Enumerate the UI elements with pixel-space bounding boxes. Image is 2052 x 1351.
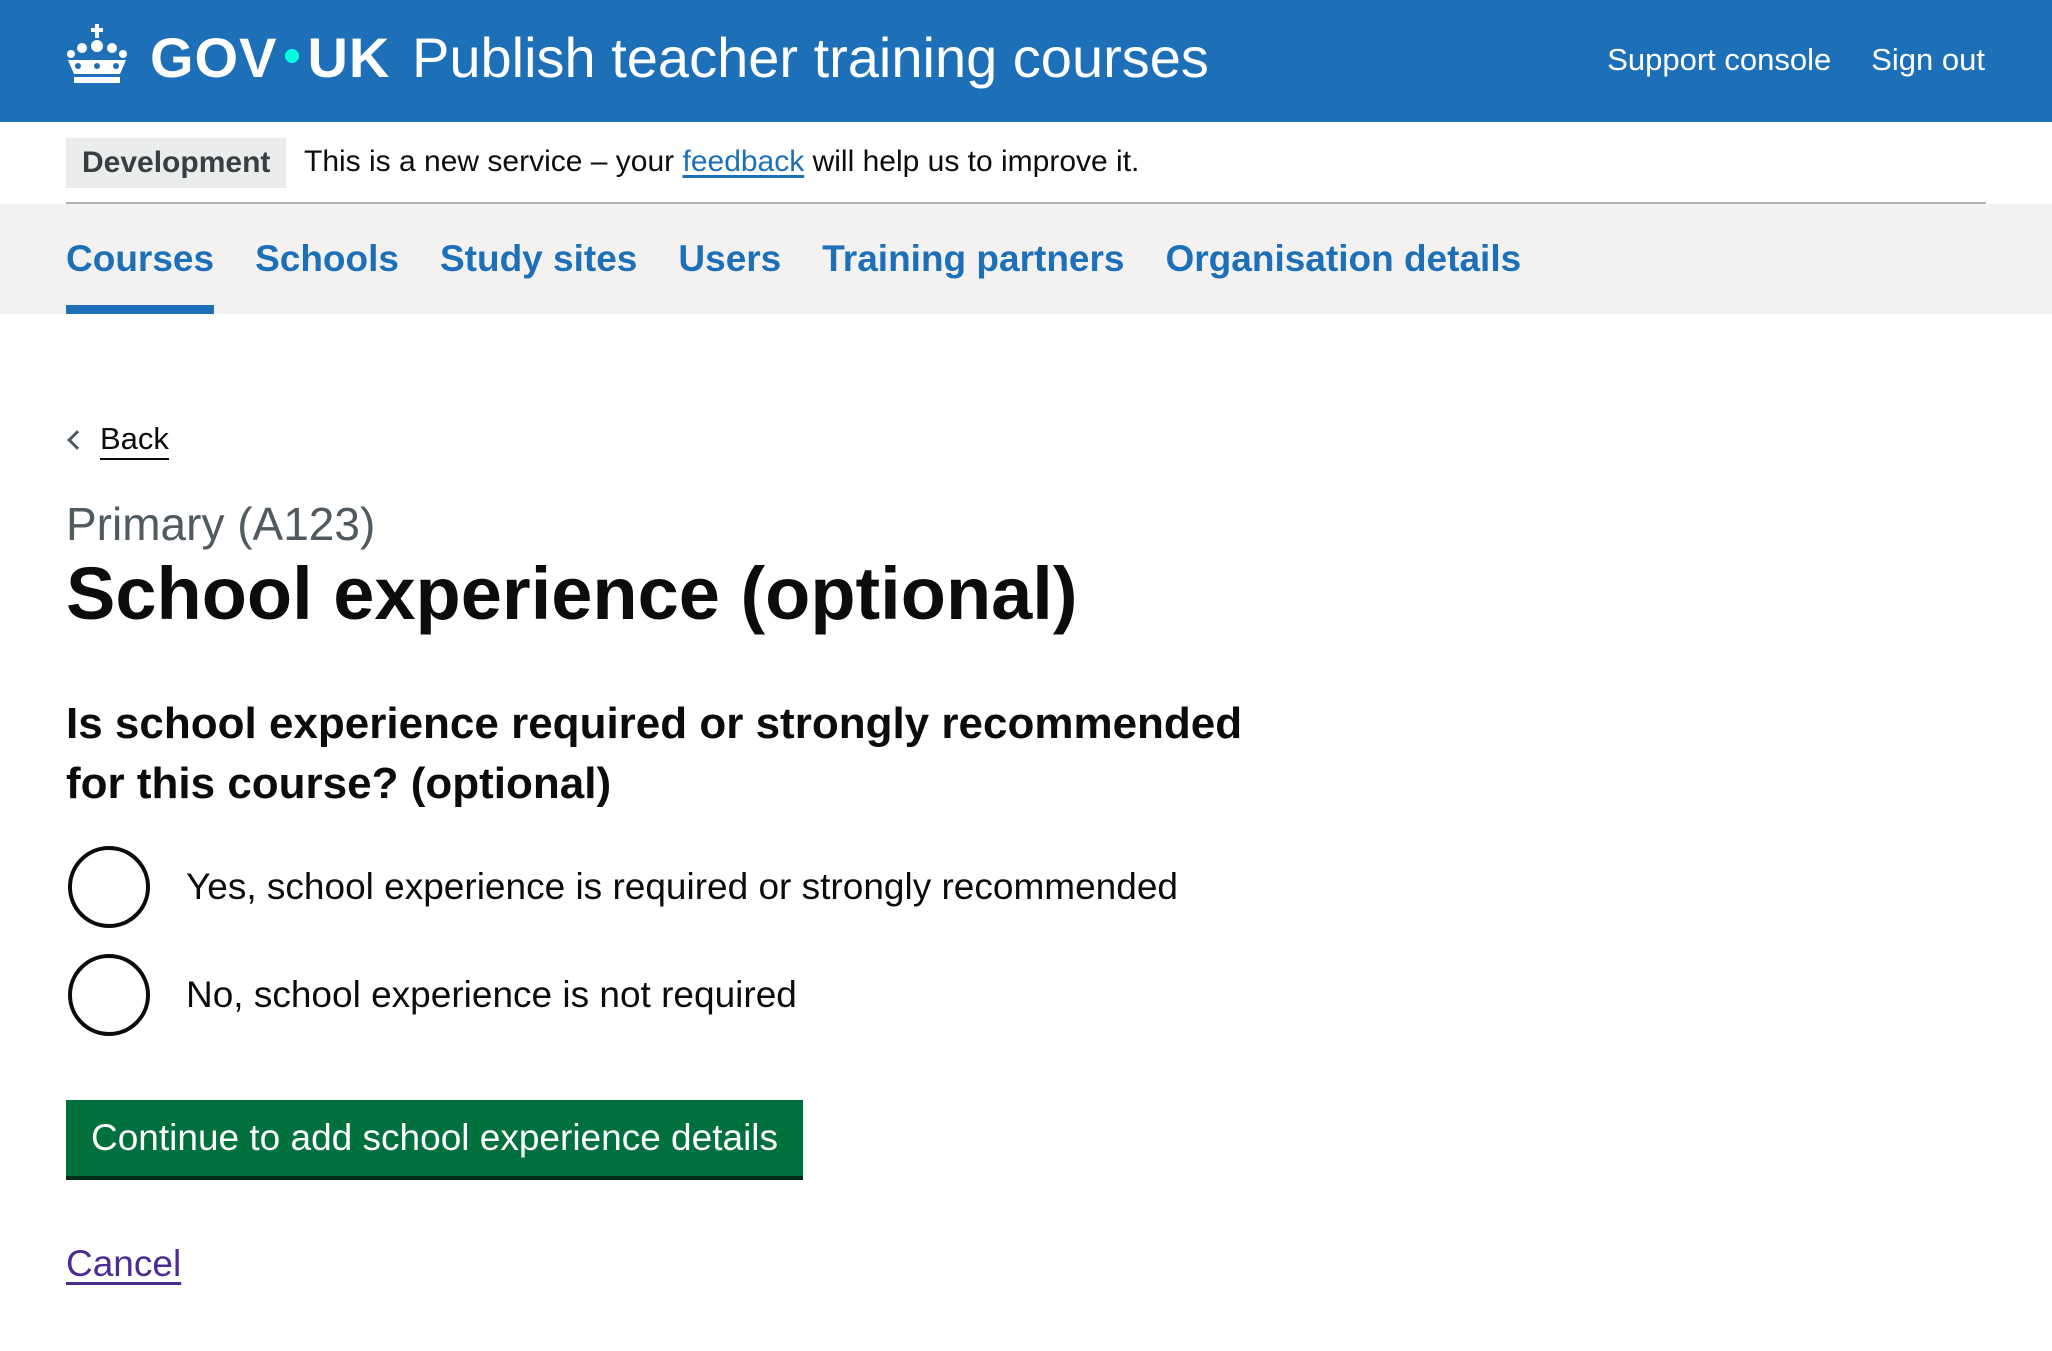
cancel-link[interactable]: Cancel: [66, 1240, 181, 1288]
subnav-item-schools[interactable]: Schools: [255, 204, 399, 314]
support-console-link[interactable]: Support console: [1607, 40, 1831, 80]
logo-text-gov: GOV: [150, 26, 278, 89]
sub-navigation: Courses Schools Study sites Users Traini…: [0, 204, 2052, 314]
crown-icon: [67, 24, 127, 83]
phase-text-after: will help us to improve it.: [804, 145, 1140, 178]
radio-label-no[interactable]: No, school experience is not required: [186, 970, 797, 1020]
phase-banner-text: This is a new service – your feedback wi…: [304, 140, 1139, 184]
service-name-link[interactable]: Publish teacher training courses: [412, 28, 1209, 88]
back-link-label: Back: [100, 420, 169, 460]
phase-text-before: This is a new service – your: [304, 145, 683, 178]
chevron-left-icon: [67, 430, 87, 450]
sign-out-link[interactable]: Sign out: [1871, 40, 1985, 80]
logo-text-uk: UK: [307, 26, 391, 89]
question-legend: Is school experience required or strongl…: [66, 699, 1243, 808]
radio-yes-required[interactable]: Yes, school experience is required or st…: [68, 846, 1178, 928]
logo-dot: [285, 49, 300, 63]
govuk-logo-link[interactable]: GOV UK: [150, 28, 390, 88]
header-nav: Support console Sign out: [1607, 40, 1985, 80]
page-title: School experience (optional): [66, 552, 1078, 635]
radio-label-yes[interactable]: Yes, school experience is required or st…: [186, 862, 1178, 912]
phase-tag: Development: [66, 138, 287, 188]
radio-no-not-required[interactable]: No, school experience is not required: [68, 954, 797, 1036]
subnav-item-study-sites[interactable]: Study sites: [440, 204, 637, 314]
radio-button-no[interactable]: [68, 954, 150, 1036]
page: GOV UK Publish teacher training courses …: [0, 0, 2052, 1351]
subnav-item-courses[interactable]: Courses: [66, 204, 215, 314]
sub-navigation-list: Courses Schools Study sites Users Traini…: [66, 204, 1521, 314]
feedback-link[interactable]: feedback: [682, 145, 804, 178]
radio-button-yes[interactable]: [68, 846, 150, 928]
page-caption: Primary (A123): [66, 498, 376, 550]
subnav-item-organisation-details[interactable]: Organisation details: [1165, 204, 1521, 314]
subnav-item-training-partners[interactable]: Training partners: [822, 204, 1124, 314]
subnav-item-users[interactable]: Users: [678, 204, 781, 314]
phase-banner: Development This is a new service – your…: [66, 122, 1986, 204]
continue-button[interactable]: Continue to add school experience detail…: [66, 1100, 804, 1180]
govuk-header: GOV UK Publish teacher training courses …: [0, 0, 2052, 122]
back-link[interactable]: Back: [66, 420, 169, 460]
